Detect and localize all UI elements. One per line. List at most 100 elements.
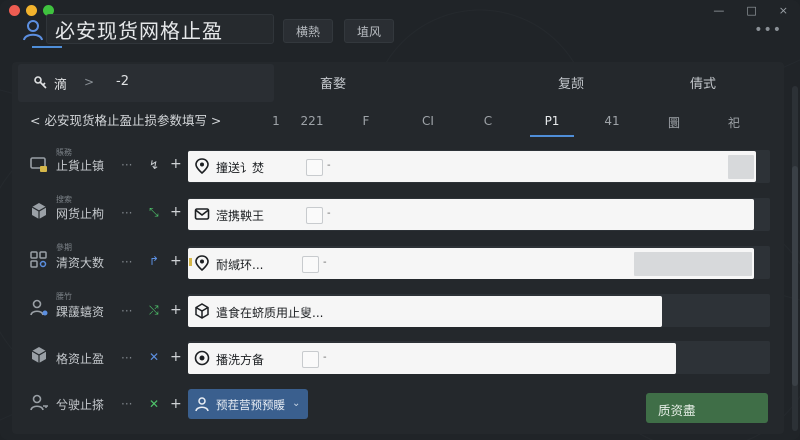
preset-dropdown-label: 预茬营预预䁔 <box>216 398 285 412</box>
number-item-4[interactable]: C <box>484 114 492 128</box>
row-2-label: 清资大数 <box>56 256 105 270</box>
active-underline <box>530 135 574 137</box>
row-2-dash: - <box>323 257 327 268</box>
row-1-field-text: 滢携鞅王 <box>216 209 265 223</box>
cube-icon <box>31 203 47 219</box>
close-window-button[interactable] <box>9 5 20 16</box>
row-1-add-button[interactable]: + <box>170 204 182 220</box>
close-icon[interactable]: × <box>779 4 788 17</box>
row-2-action-icon[interactable]: ↱ <box>149 254 159 268</box>
row-2-caption: 參期 <box>56 243 72 252</box>
number-item-active[interactable]: P1 <box>545 114 560 128</box>
window-title: 必安现货网格止盈 <box>55 18 223 43</box>
tab-1[interactable]: 埴风 <box>344 19 395 43</box>
chevron-right-icon: > <box>84 75 95 89</box>
user-gear-icon <box>30 299 48 316</box>
row-0-end-cap <box>728 155 754 179</box>
row-0-dots[interactable]: ··· <box>121 158 132 172</box>
row-4-dash: - <box>323 352 327 363</box>
number-selector-row: 1 221 F CI C P1 41 圜 祀 <box>272 108 774 137</box>
row-3-add-button[interactable]: + <box>170 302 182 318</box>
row-1-checkbox[interactable] <box>306 207 323 224</box>
column-header-0[interactable]: 畜婺 <box>320 73 346 92</box>
key-icon <box>34 76 47 89</box>
row-1-dash: - <box>327 208 331 219</box>
row-3-field-text: 遣食在蛴质用止叟... <box>216 306 324 320</box>
location-pin-icon <box>195 255 209 271</box>
row-1-caption: 搜索 <box>56 195 72 204</box>
row-0-checkbox[interactable] <box>306 159 323 176</box>
chevron-down-icon: ⌄ <box>292 398 301 409</box>
more-options-icon[interactable]: ••• <box>754 22 782 38</box>
row-4-action-icon[interactable]: ✕ <box>149 350 159 364</box>
row-0-add-button[interactable]: + <box>170 156 182 172</box>
row-0-action-icon[interactable]: ↯ <box>149 158 159 172</box>
maximize-icon[interactable]: □ <box>746 4 756 17</box>
row-4-label: 格资止盈 <box>56 352 105 366</box>
row-0-field-text: 撞送讠焚 <box>216 161 265 175</box>
tab-0[interactable]: 横熱 <box>283 19 334 43</box>
number-item-8[interactable]: 祀 <box>728 114 740 131</box>
submit-button[interactable]: 质资盡 <box>646 393 768 423</box>
row-2-add-button[interactable]: + <box>170 253 182 269</box>
user-icon <box>195 397 209 412</box>
scrollbar[interactable] <box>792 86 798 431</box>
number-item-1[interactable]: 221 <box>301 114 324 128</box>
window-title-box: 必安现货网格止盈 <box>46 14 274 44</box>
location-pin-icon <box>195 158 209 174</box>
title-underline <box>32 46 62 48</box>
number-item-7[interactable]: 圜 <box>668 114 680 131</box>
row-2-checkbox[interactable] <box>302 256 319 273</box>
filter-label: 滴 <box>54 78 68 93</box>
row-4-checkbox[interactable] <box>302 351 319 368</box>
row-3-field[interactable]: 遣食在蛴质用止叟... <box>188 296 662 327</box>
row-5-dots[interactable]: ··· <box>121 397 132 411</box>
filter-field[interactable]: 滴 > -2 <box>18 64 274 102</box>
box-icon <box>31 347 47 363</box>
number-item-6[interactable]: 41 <box>604 114 619 128</box>
number-item-3[interactable]: CI <box>422 114 434 128</box>
row-5-add-button[interactable]: + <box>170 396 182 412</box>
row-2-end-cap <box>634 252 752 276</box>
row-5-label: 兮驶止搽 <box>56 398 105 412</box>
row-1-dots[interactable]: ··· <box>121 206 132 220</box>
row-3-caption: 腰竹 <box>56 292 72 301</box>
app-window: — □ × ••• 必安现货网格止盈 横熱 埴风 滴 > -2 畜婺 复颉 倩式… <box>0 0 800 440</box>
monitor-lock-icon <box>30 157 47 172</box>
row-2-dots[interactable]: ··· <box>121 255 132 269</box>
preset-dropdown[interactable]: 预茬营预预䁔 ⌄ <box>188 389 308 419</box>
row-0-field[interactable]: 撞送讠焚 - <box>188 151 756 182</box>
row-2-field-text: 耐缄环... <box>216 258 264 272</box>
row-4-field-text: 播洗方备 <box>216 353 265 367</box>
row-1-action-icon[interactable]: ⤡ <box>149 205 159 220</box>
user-profile-icon[interactable] <box>22 18 46 42</box>
filter-value: -2 <box>116 74 129 89</box>
minimize-window-button[interactable] <box>26 5 37 16</box>
row-4-field[interactable]: 播洗方备 - <box>188 343 676 374</box>
row-0-label: 止貨止镇 <box>56 159 105 173</box>
row-0-dash: - <box>327 160 331 171</box>
row-4-add-button[interactable]: + <box>170 349 182 365</box>
cube-outline-icon <box>195 303 209 319</box>
breadcrumb[interactable]: < 必安现货格止盈止损参数填写 > <box>30 110 221 129</box>
grid-search-icon <box>30 251 47 268</box>
column-header-2[interactable]: 倩式 <box>690 73 716 92</box>
number-item-0[interactable]: 1 <box>272 114 280 128</box>
row-3-dots[interactable]: ··· <box>121 304 132 318</box>
gear-circle-icon <box>194 350 210 366</box>
warning-marker <box>189 258 192 266</box>
number-item-2[interactable]: F <box>363 114 370 128</box>
minimize-icon[interactable]: — <box>713 4 724 17</box>
envelope-icon <box>194 208 210 220</box>
row-4-dots[interactable]: ··· <box>121 351 132 365</box>
window-controls: — □ × <box>713 4 788 17</box>
row-5-action-icon[interactable]: ✕ <box>149 397 159 411</box>
submit-button-label: 质资盡 <box>658 403 696 418</box>
row-2-field[interactable]: 耐缄环... - <box>188 248 754 279</box>
scrollbar-thumb[interactable] <box>792 166 798 386</box>
row-1-field[interactable]: 滢携鞅王 - <box>188 199 754 230</box>
user-key-icon <box>30 394 48 411</box>
column-header-1[interactable]: 复颉 <box>558 73 584 92</box>
row-1-label: 网货止枸 <box>56 207 105 221</box>
row-3-action-icon[interactable]: ⤭ <box>149 303 159 318</box>
